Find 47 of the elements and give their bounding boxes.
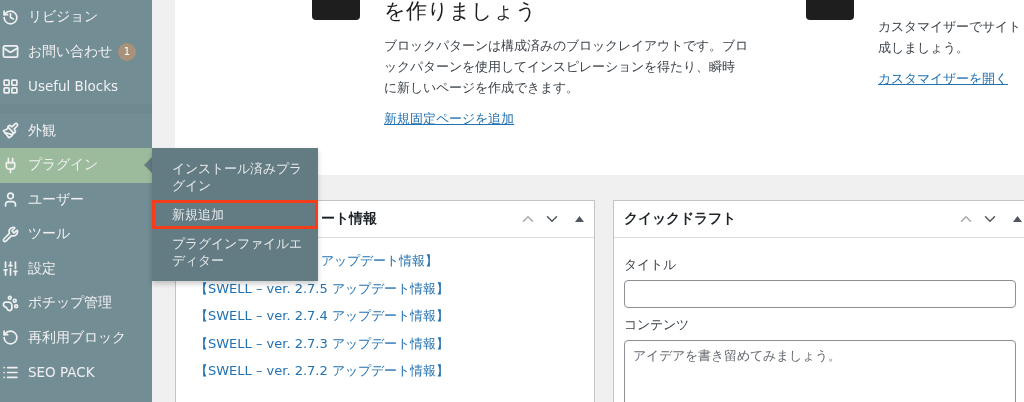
sidebar-item[interactable]: リビジョン bbox=[0, 0, 152, 35]
sidebar-item[interactable]: ツール bbox=[0, 217, 152, 252]
sidebar-item[interactable]: お問い合わせ 1 bbox=[0, 34, 152, 69]
update-link[interactable]: 【SWELL – ver. 2.7.2 アップデート情報】 bbox=[195, 362, 449, 381]
submenu-item[interactable]: インストール済みプラグイン bbox=[152, 154, 318, 200]
history-icon bbox=[2, 8, 19, 26]
paintbrush-icon bbox=[2, 122, 19, 140]
submenu-item[interactable]: 新規追加 bbox=[152, 200, 318, 229]
update-link[interactable]: 【SWELL – ver. 2.7.4 アップデート情報】 bbox=[195, 307, 449, 326]
content-textarea[interactable]: アイデアを書き留めてみましょう。 bbox=[624, 340, 1016, 402]
update-link[interactable]: アップデート情報】 bbox=[321, 252, 438, 271]
block-icon bbox=[312, 0, 360, 20]
field-label: タイトル bbox=[624, 256, 677, 274]
sidebar-item[interactable]: 外観 bbox=[0, 113, 152, 148]
sidebar-item[interactable]: プラグイン bbox=[0, 148, 152, 183]
welcome-link[interactable]: 新規固定ページを追加 bbox=[384, 110, 514, 128]
block-icon bbox=[806, 0, 854, 20]
count-badge: 1 bbox=[118, 42, 136, 61]
panel-title: クイックドラフト bbox=[624, 210, 736, 228]
update-link[interactable]: 【SWELL – ver. 2.7.3 アップデート情報】 bbox=[195, 334, 449, 353]
sidebar-item[interactable]: Useful Blocks bbox=[0, 69, 152, 104]
grid-icon bbox=[2, 77, 19, 95]
sidebar-item[interactable]: 設定 bbox=[0, 251, 152, 286]
update-link[interactable]: 【SWELL – ver. 2.7.5 アップデート情報】 bbox=[195, 279, 449, 298]
sidebar-item[interactable]: SEO PACK bbox=[0, 355, 152, 390]
collapse-triangle-icon bbox=[1013, 216, 1022, 222]
title-input[interactable] bbox=[624, 280, 1016, 308]
sidebar-item[interactable]: ポチップ管理 bbox=[0, 286, 152, 321]
sidebar-item[interactable]: 再利用ブロック bbox=[0, 320, 152, 355]
welcome-link[interactable]: カスタマイザーを開く bbox=[878, 70, 1008, 88]
undo-icon bbox=[2, 329, 19, 347]
panel-title: ート情報 bbox=[321, 210, 377, 228]
toggle-panel-button[interactable] bbox=[1013, 216, 1022, 222]
toggle-panel-button[interactable] bbox=[575, 216, 584, 222]
submenu-item[interactable]: プラグインファイルエディター bbox=[152, 229, 318, 275]
collapse-triangle-icon bbox=[575, 216, 584, 222]
welcome-description: カスタマイザーでサイト 成しましょう。 bbox=[878, 18, 1022, 57]
user-icon bbox=[2, 191, 19, 209]
wrench-icon bbox=[2, 225, 19, 243]
paw-icon bbox=[2, 294, 19, 312]
field-label: コンテンツ bbox=[624, 316, 690, 334]
welcome-description: ブロックパターンは構成済みのブロックレイアウトです。ブロ ックパターンを使用してインスピレーションを得たり、瞬時 に新しいページを作成できます。 bbox=[384, 37, 749, 97]
mail-icon bbox=[2, 43, 19, 61]
welcome-heading: を作りましょう bbox=[384, 0, 538, 24]
sidebar-item[interactable]: ユーザー bbox=[0, 182, 152, 217]
sliders-icon bbox=[2, 260, 19, 278]
plug-icon bbox=[2, 156, 19, 174]
